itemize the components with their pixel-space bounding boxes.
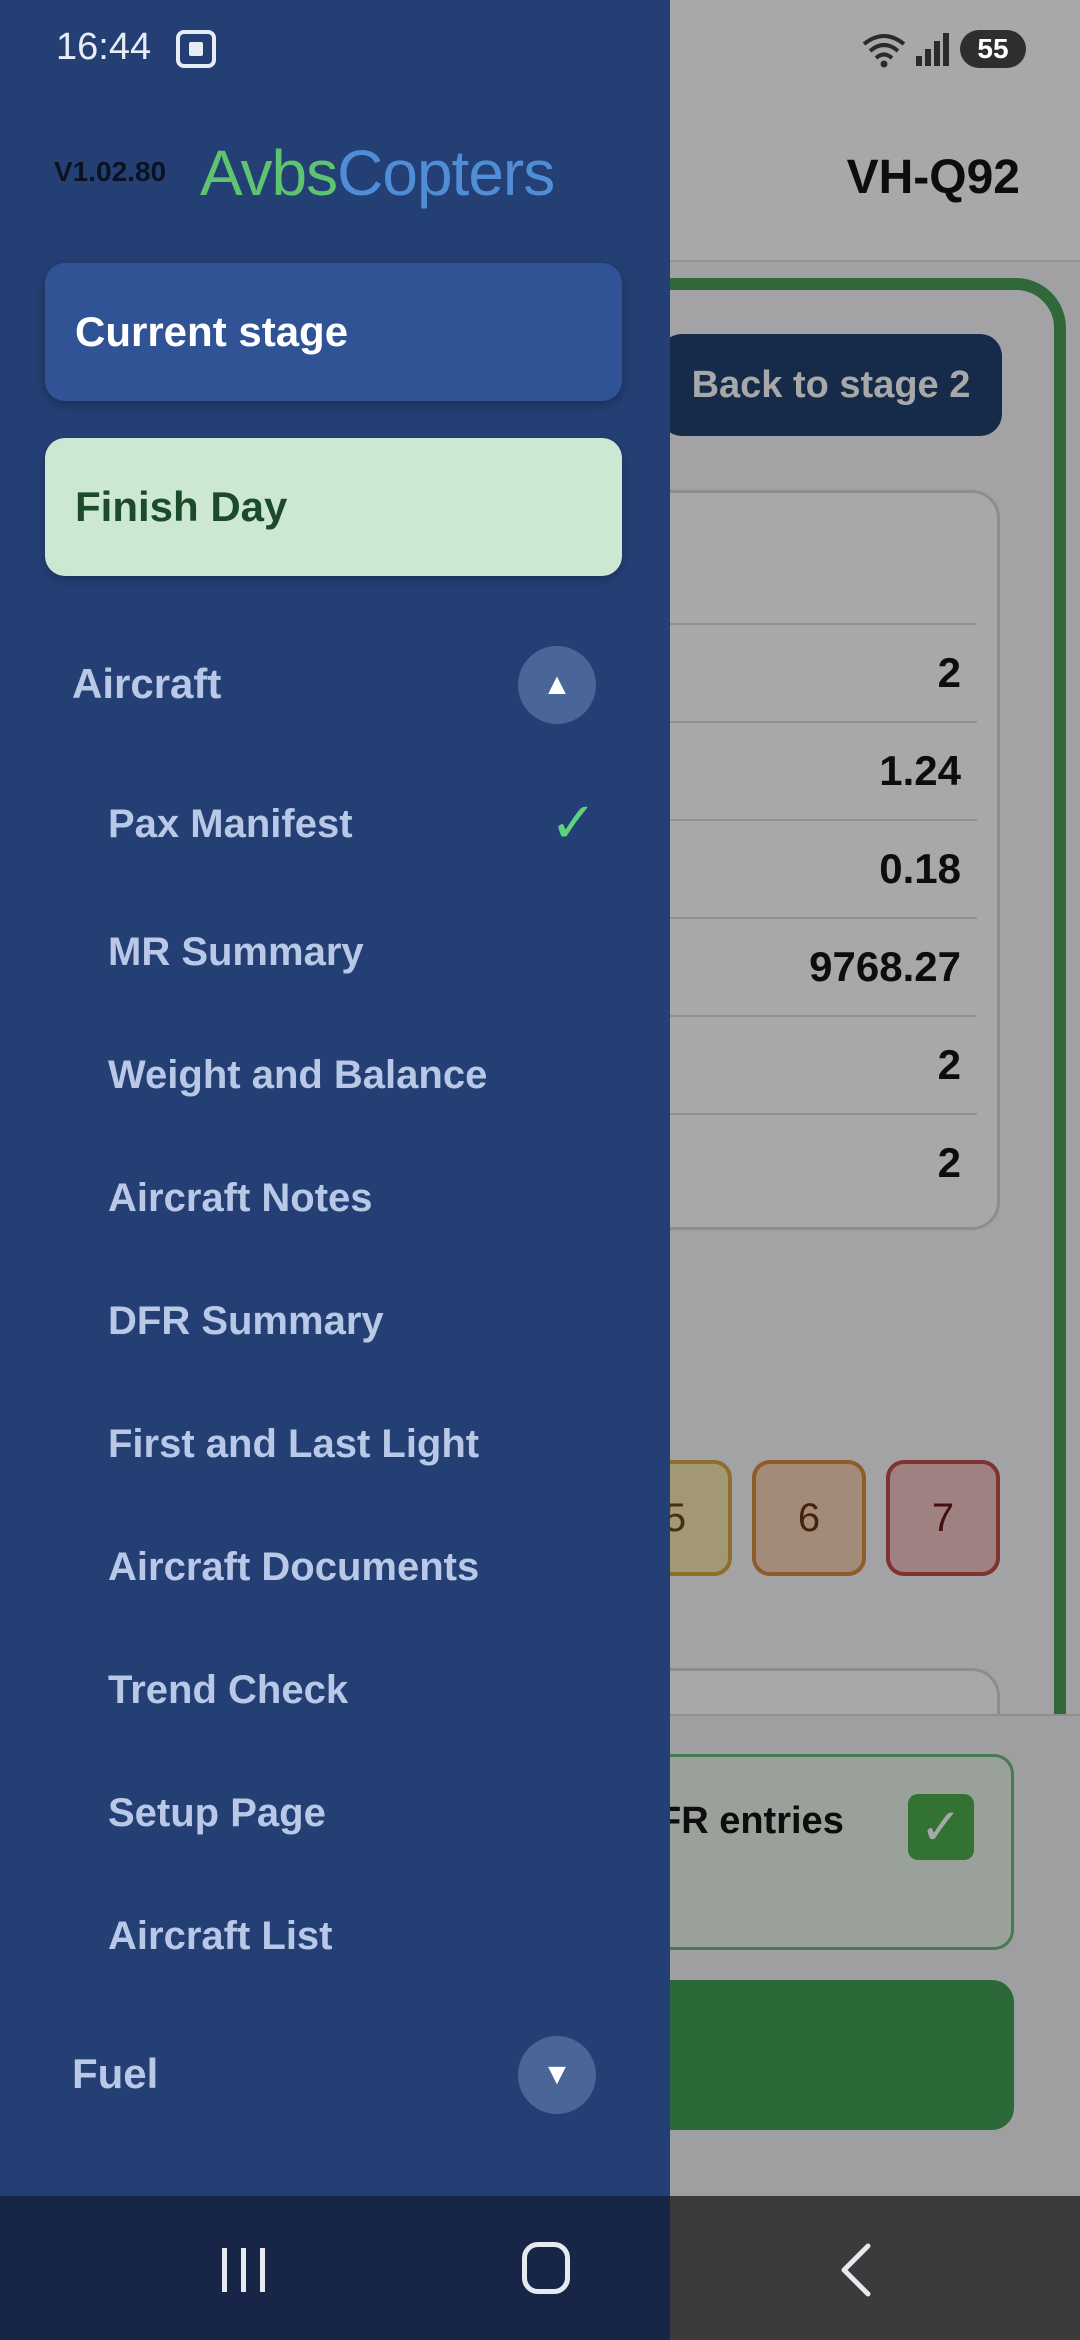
menu-item-trend-check[interactable]: Trend Check	[0, 1646, 670, 1736]
expand-down-icon[interactable]: ▼	[518, 2036, 596, 2114]
battery-indicator: 55	[960, 30, 1026, 68]
menu-item-first-and-last-light[interactable]: First and Last Light	[0, 1400, 670, 1490]
menu-item-label: First and Last Light	[108, 1422, 480, 1466]
screenshot-icon	[176, 30, 216, 68]
menu-item-label: Setup Page	[108, 1791, 326, 1835]
menu-item-label: Weight and Balance	[108, 1053, 488, 1097]
current-stage-button[interactable]: Current stage	[45, 263, 622, 401]
signal-icon	[916, 32, 950, 66]
menu-item-weight-and-balance[interactable]: Weight and Balance	[0, 1031, 670, 1121]
menu-item-label: Aircraft Documents	[108, 1545, 480, 1589]
collapse-up-icon[interactable]: ▲	[518, 646, 596, 724]
app-version: V1.02.80	[54, 156, 167, 187]
system-nav-bar	[0, 2196, 1080, 2340]
status-bar: 16:44 55	[0, 0, 1080, 100]
back-icon[interactable]	[836, 2242, 876, 2298]
menu-item-label: DFR Summary	[108, 1299, 384, 1343]
check-icon: ✓	[550, 791, 597, 854]
menu-item-mr-summary[interactable]: MR Summary	[0, 908, 670, 998]
menu-item-label: Aircraft List	[108, 1914, 333, 1958]
menu-item-setup-page[interactable]: Setup Page	[0, 1769, 670, 1859]
menu-item-aircraft-notes[interactable]: Aircraft Notes	[0, 1154, 670, 1244]
section-aircraft[interactable]: Aircraft ▲	[0, 636, 670, 736]
menu-item-label: MR Summary	[108, 930, 364, 974]
section-aircraft-label: Aircraft	[72, 660, 222, 707]
menu-item-aircraft-list[interactable]: Aircraft List	[0, 1892, 670, 1982]
logo-text-a: Avbs	[200, 137, 338, 209]
finish-day-button[interactable]: Finish Day	[45, 438, 622, 576]
navigation-drawer: V1.02.80 AvbsCopters Current stage Finis…	[0, 0, 670, 2196]
home-icon[interactable]	[522, 2242, 570, 2294]
recent-apps-icon[interactable]	[218, 2248, 270, 2292]
menu-item-aircraft-documents[interactable]: Aircraft Documents	[0, 1523, 670, 1613]
status-time: 16:44	[56, 26, 152, 68]
menu-item-dfr-summary[interactable]: DFR Summary	[0, 1277, 670, 1367]
menu-item-pax-manifest[interactable]: Pax Manifest ✓	[0, 780, 670, 870]
menu-item-label: Pax Manifest	[108, 802, 353, 846]
wifi-icon	[860, 30, 908, 80]
section-fuel[interactable]: Fuel ▼	[0, 2026, 670, 2126]
section-fuel-label: Fuel	[72, 2050, 159, 2097]
menu-item-label: Aircraft Notes	[108, 1176, 373, 1220]
logo-text-b: Copters	[337, 137, 555, 209]
menu-item-label: Trend Check	[108, 1668, 349, 1712]
app-logo: AvbsCopters	[200, 137, 555, 209]
